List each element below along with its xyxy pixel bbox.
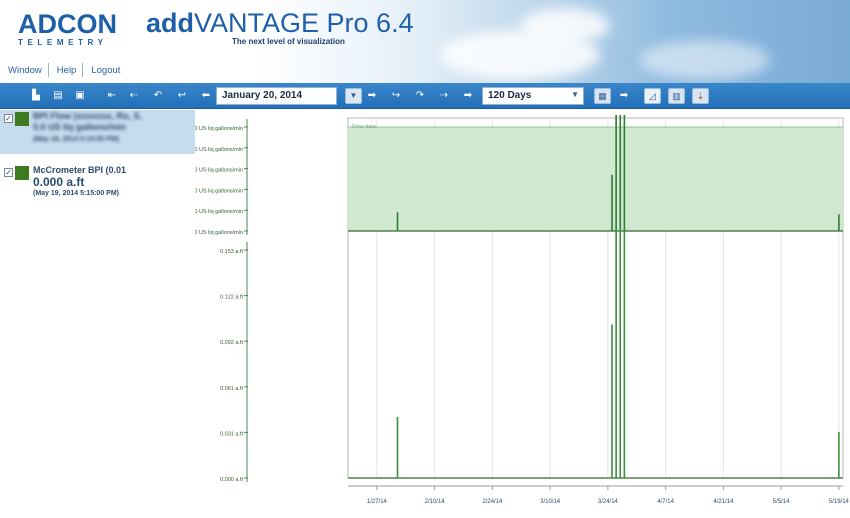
- chart-icon[interactable]: ▦: [594, 88, 611, 104]
- x-tick-label: 4/7/14: [657, 499, 674, 505]
- print-icon[interactable]: ▙: [30, 89, 42, 102]
- y-tick-label: 0.122 a.ft: [220, 295, 243, 301]
- logo-main-text: ADCON: [18, 9, 117, 39]
- chart-area: 5,000.0 US liq gallons/min 4,000.0 US liq…: [179, 110, 850, 513]
- sensor-item-mccrometer[interactable]: ✓ McCrometer BPI (0.01 0.000 a.ft (May 1…: [0, 164, 195, 208]
- calendar-dropdown-button[interactable]: ▼: [345, 88, 362, 104]
- y-tick-label: 5,000.0 US liq gallons/min: [195, 126, 243, 132]
- x-tick-label: 3/10/14: [540, 499, 561, 505]
- y-tick-label: 2,000.0 US liq gallons/min: [195, 188, 243, 194]
- x-tick-label: 2/24/14: [482, 499, 503, 505]
- y-tick-label: 0.092 a.ft: [220, 340, 243, 346]
- sensor-color-swatch: [15, 112, 29, 126]
- sensor-color-swatch: [15, 166, 29, 180]
- sensor-name: McCrometer BPI (0.01: [33, 165, 127, 175]
- y-tick-label: 0.153 a.ft: [220, 249, 243, 255]
- arrow-right-small-icon[interactable]: ➡: [618, 89, 630, 102]
- printer-icon[interactable]: ▣: [74, 89, 86, 102]
- x-tick-label: 2/10/14: [425, 499, 446, 505]
- x-tick-label: 1/27/14: [367, 499, 388, 505]
- menu-logout[interactable]: Logout: [83, 65, 126, 76]
- chart-annotation: Flow data: [352, 124, 377, 130]
- step-back-small-icon[interactable]: ↩: [176, 89, 188, 102]
- table-view-icon[interactable]: ▥: [668, 88, 685, 104]
- logo-sub-text: TELEMETRY: [18, 38, 108, 47]
- menu-help[interactable]: Help: [49, 65, 83, 76]
- sensor-list: ✓ BPI Flow (xxxxxxx, Ro, S. 0.0 US liq g…: [0, 110, 195, 513]
- menu-bar: Window Help Logout: [0, 58, 170, 82]
- arrow-right-small-icon[interactable]: ➡: [462, 89, 474, 102]
- back-icon[interactable]: ⇠: [128, 89, 140, 102]
- skip-back-icon[interactable]: ⇤: [106, 89, 118, 102]
- menu-window[interactable]: Window: [0, 65, 48, 76]
- sensor-timestamp: (May 19, 2014 5:15:00 PM): [33, 190, 119, 197]
- date-field[interactable]: January 20, 2014: [216, 87, 337, 105]
- y-tick-label: 3,000.0 US liq gallons/min: [195, 168, 243, 174]
- x-tick-label: 5/5/14: [773, 499, 790, 505]
- x-tick-label: 5/19/14: [829, 499, 850, 505]
- charts-svg[interactable]: 5,000.0 US liq gallons/min 4,000.0 US liq…: [179, 110, 850, 513]
- app-title-rest: VANTAGE Pro 6.4: [194, 8, 414, 38]
- time-range-select[interactable]: 120 Days ▼: [482, 87, 584, 105]
- y-tick-label: 0.031 a.ft: [220, 431, 243, 437]
- y-tick-label: 1,000.0 US liq gallons/min: [195, 209, 243, 215]
- sensor-value: 0.000 a.ft: [33, 175, 85, 189]
- step-back-icon[interactable]: ↶: [152, 89, 164, 102]
- arrow-right-icon[interactable]: ➡: [366, 89, 378, 102]
- area-fill: [348, 127, 843, 231]
- sensor-value: 0.0 US liq gallons/min: [33, 122, 127, 132]
- sensor-checkbox[interactable]: ✓: [4, 168, 13, 177]
- app-header: ADCON TELEMETRY addVANTAGE Pro 6.4 The n…: [0, 0, 850, 84]
- arrow-left-icon[interactable]: ⬅: [200, 89, 212, 102]
- x-tick-label: 3/24/14: [598, 499, 619, 505]
- header-cloud-decoration: [640, 40, 770, 80]
- step-forward-icon[interactable]: ↷: [414, 89, 426, 102]
- app-title-prefix: add: [146, 8, 195, 38]
- graph-view-icon[interactable]: ◿: [644, 88, 661, 104]
- step-forward-small-icon[interactable]: ↪: [390, 89, 402, 102]
- adcon-logo: ADCON TELEMETRY: [18, 10, 118, 52]
- app-tagline: The next level of visualization: [232, 37, 345, 46]
- x-tick-label: 4/21/14: [713, 499, 734, 505]
- app-title: addVANTAGE Pro 6.4: [146, 8, 414, 38]
- skip-forward-icon[interactable]: ⇢: [438, 89, 450, 102]
- sensor-name: BPI Flow (xxxxxxx, Ro, S.: [33, 111, 143, 121]
- y-tick-label: 4,000.0 US liq gallons/min: [195, 147, 243, 153]
- y-tick-label: 0.0 US liq gallons/min: [195, 230, 243, 236]
- sensor-checkbox[interactable]: ✓: [4, 114, 13, 123]
- y-tick-label: 0.061 a.ft: [220, 386, 243, 392]
- sensor-timestamp: (May 19, 2014 5:15:00 PM): [33, 136, 119, 143]
- y-tick-label: 0.000 a.ft: [220, 477, 243, 483]
- sensor-item-bpi-flow[interactable]: ✓ BPI Flow (xxxxxxx, Ro, S. 0.0 US liq g…: [0, 110, 195, 154]
- pdf-icon[interactable]: ▤: [52, 89, 64, 102]
- toolbar: ▙ ▤ ▣ ⇤ ⇠ ↶ ↩ ⬅ January 20, 2014 ▼ ➡ ↪ ↷…: [0, 83, 850, 109]
- chevron-down-icon: ▼: [571, 90, 579, 99]
- export-icon[interactable]: ⇣: [692, 88, 709, 104]
- time-range-value: 120 Days: [488, 90, 532, 101]
- header-cloud-decoration: [520, 8, 610, 43]
